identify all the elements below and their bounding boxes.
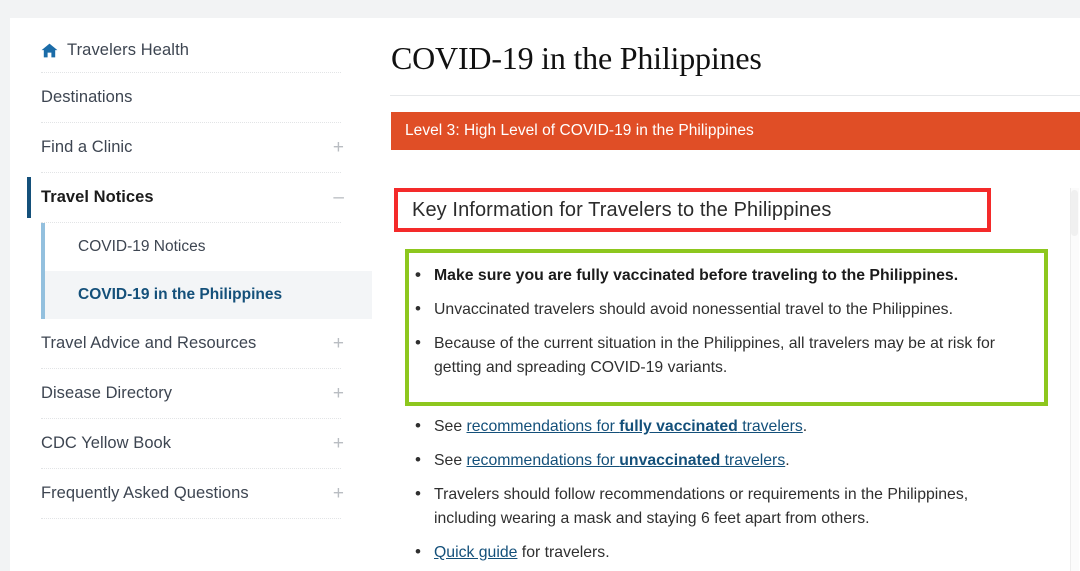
sidebar-subitem-label: COVID-19 Notices [78,238,206,255]
link-text-after: travelers [737,418,803,435]
sidebar-item-label: Find a Clinic [41,138,133,156]
annotation-box-key-information: Key Information for Travelers to the Phi… [394,188,991,232]
bullet-text: Because of the current situation in the … [434,335,996,376]
sidebar-item-label: Travel Notices [41,188,154,206]
sidebar-item-label: Frequently Asked Questions [41,484,249,502]
link-text-bold: unvaccinated [619,452,721,470]
browser-page: Travelers Health Destinations Find a Cli… [0,0,1080,571]
sidebar-item-disease-directory[interactable]: Disease Directory + [10,369,372,418]
list-item: See recommendations for fully vaccinated… [409,414,1034,439]
main-content: COVID-19 in the Philippines Level 3: Hig… [372,18,1080,571]
home-icon [41,43,58,58]
list-item: Make sure you are fully vaccinated befor… [409,263,1034,288]
sidebar-item-label: Disease Directory [41,384,173,402]
sidebar-item-find-a-clinic[interactable]: Find a Clinic + [10,123,372,172]
sidebar-item-travelers-health[interactable]: Travelers Health [10,32,372,72]
sidebar-item-travel-notices[interactable]: Travel Notices – [10,173,372,222]
sidebar-item-covid-19-in-the-philippines[interactable]: COVID-19 in the Philippines [45,271,372,319]
plus-icon[interactable]: + [323,484,344,503]
list-item: Quick guide for travelers. [409,540,1034,565]
link-text-before: recommendations for [466,418,620,435]
bullet-suffix: . [802,418,808,435]
minus-icon[interactable]: – [323,188,344,207]
link-text: Quick guide [434,543,518,561]
bullet-prefix: See [434,418,467,435]
plus-icon[interactable]: + [323,384,344,403]
sidebar-item-covid-19-notices[interactable]: COVID-19 Notices [45,223,372,271]
sidebar-item-label: Destinations [41,88,133,106]
page-title: COVID-19 in the Philippines [391,40,762,76]
bullet-text: Make sure you are fully vaccinated befor… [434,267,959,284]
bullet-suffix: . [785,452,790,470]
sidebar-item-frequently-asked-questions[interactable]: Frequently Asked Questions + [10,469,372,518]
active-section-bar [27,177,31,218]
sidebar-item-destinations[interactable]: Destinations [10,73,372,122]
list-item: Because of the current situation in the … [409,331,1034,378]
alert-banner-level-3[interactable]: Level 3: High Level of COVID-19 in the P… [391,112,1080,150]
bullet-suffix: for travelers. [517,543,610,561]
secondary-bullet-list: See recommendations for fully vaccinated… [409,414,1034,571]
list-item: Travelers should follow recommendations … [409,482,1034,529]
sidebar-home-label: Travelers Health [67,41,190,59]
top-chrome-strip [0,0,1080,18]
scrollbar-thumb[interactable] [1071,190,1078,236]
plus-icon[interactable]: + [323,334,344,353]
link-text-bold: fully vaccinated [619,418,738,435]
sidebar-item-travel-advice-and-resources[interactable]: Travel Advice and Resources + [10,319,372,368]
plus-icon[interactable]: + [323,434,344,453]
alert-banner-text: Level 3: High Level of COVID-19 in the P… [405,122,754,139]
link-recommendations-unvaccinated[interactable]: recommendations for unvaccinated travele… [467,452,786,469]
bullet-text: Travelers should follow recommendations … [434,486,969,527]
sidebar-item-label: Travel Advice and Resources [41,334,257,352]
key-bullet-list: Make sure you are fully vaccinated befor… [409,263,1034,390]
list-item: See recommendations for unvaccinated tra… [409,448,1034,473]
key-information-heading: Key Information for Travelers to the Phi… [412,198,832,221]
scrollbar-track[interactable] [1070,188,1079,571]
sidebar-item-label: CDC Yellow Book [41,434,172,452]
plus-icon[interactable]: + [323,138,344,157]
list-item: Unvaccinated travelers should avoid none… [409,297,1034,322]
link-recommendations-fully-vaccinated[interactable]: recommendations for fully vaccinated tra… [467,418,803,435]
sidebar-subitem-label: COVID-19 in the Philippines [78,286,283,303]
link-text-before: recommendations for [466,452,620,470]
sidebar-subnav: COVID-19 Notices COVID-19 in the Philipp… [41,223,372,319]
link-text-after: travelers [720,452,786,470]
sidebar-item-cdc-yellow-book[interactable]: CDC Yellow Book + [10,419,372,468]
bullet-text: Unvaccinated travelers should avoid none… [434,301,953,319]
nav-divider [41,518,341,519]
title-divider [390,95,1080,96]
link-quick-guide[interactable]: Quick guide [434,544,517,561]
bullet-prefix: See [434,452,467,470]
sidebar-navigation: Travelers Health Destinations Find a Cli… [10,18,372,571]
